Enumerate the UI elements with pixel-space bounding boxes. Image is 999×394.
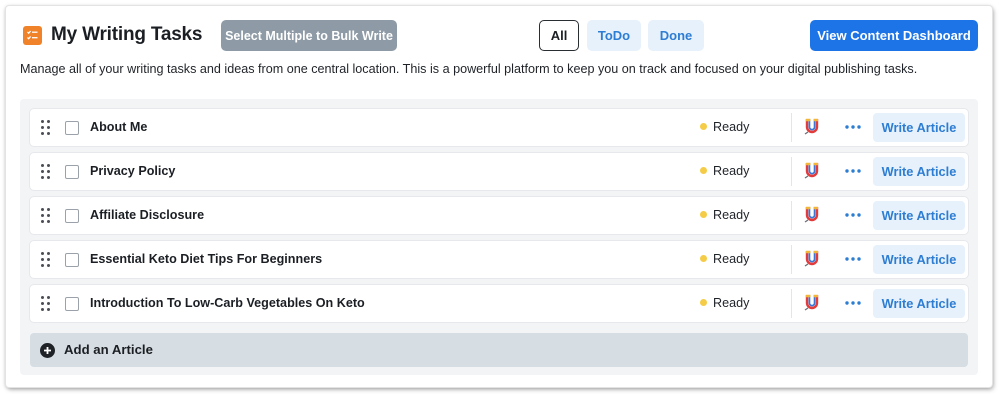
add-article-label: Add an Article: [64, 342, 153, 357]
task-title: Introduction To Low-Carb Vegetables On K…: [90, 296, 365, 310]
task-list: About Me Ready Write Article Privacy Pol…: [30, 109, 968, 329]
status-badge: Ready: [700, 120, 749, 134]
filter-all-button[interactable]: All: [539, 20, 579, 51]
task-row: Privacy Policy Ready Write Article: [30, 153, 968, 190]
task-title: Affiliate Disclosure: [90, 208, 205, 222]
more-options-icon[interactable]: [842, 293, 864, 313]
status-label: Ready: [713, 208, 750, 222]
more-options-icon[interactable]: [842, 161, 864, 181]
task-checkbox[interactable]: [65, 253, 79, 267]
write-article-button[interactable]: Write Article: [873, 201, 965, 230]
filter-done-button[interactable]: Done: [648, 20, 704, 51]
more-options-icon[interactable]: [842, 117, 864, 137]
drag-handle-icon[interactable]: [41, 296, 51, 311]
add-article-button[interactable]: Add an Article: [30, 333, 968, 367]
magnet-icon[interactable]: [802, 160, 822, 182]
task-row: About Me Ready Write Article: [30, 109, 968, 146]
status-dot: [700, 211, 707, 218]
status-badge: Ready: [700, 296, 749, 310]
magnet-icon[interactable]: [802, 204, 822, 226]
checklist-icon: [23, 26, 42, 45]
task-row: Essential Keto Diet Tips For Beginners R…: [30, 241, 968, 278]
status-badge: Ready: [700, 252, 749, 266]
status-dot: [700, 123, 707, 130]
divider: [791, 113, 792, 142]
status-label: Ready: [713, 252, 750, 266]
divider: [791, 245, 792, 274]
task-title: Essential Keto Diet Tips For Beginners: [90, 252, 323, 266]
task-list-panel: About Me Ready Write Article Privacy Pol…: [20, 99, 978, 375]
task-checkbox[interactable]: [65, 297, 79, 311]
status-badge: Ready: [700, 208, 749, 222]
write-article-button[interactable]: Write Article: [873, 245, 965, 274]
status-dot: [700, 167, 707, 174]
status-label: Ready: [713, 120, 750, 134]
header: My Writing Tasks Select Multiple to Bulk…: [20, 20, 978, 52]
write-article-button[interactable]: Write Article: [873, 113, 965, 142]
plus-circle-icon: [40, 343, 55, 358]
task-title: Privacy Policy: [90, 164, 176, 178]
drag-handle-icon[interactable]: [41, 252, 51, 267]
task-checkbox[interactable]: [65, 165, 79, 179]
status-dot: [700, 299, 707, 306]
magnet-icon[interactable]: [802, 116, 822, 138]
more-options-icon[interactable]: [842, 205, 864, 225]
divider: [791, 201, 792, 230]
filter-todo-button[interactable]: ToDo: [587, 20, 641, 51]
task-checkbox[interactable]: [65, 209, 79, 223]
more-options-icon[interactable]: [842, 249, 864, 269]
drag-handle-icon[interactable]: [41, 164, 51, 179]
status-label: Ready: [713, 296, 750, 310]
drag-handle-icon[interactable]: [41, 208, 51, 223]
bulk-write-button[interactable]: Select Multiple to Bulk Write: [221, 20, 397, 51]
page-description: Manage all of your writing tasks and ide…: [20, 62, 918, 76]
status-badge: Ready: [700, 164, 749, 178]
divider: [791, 289, 792, 318]
write-article-button[interactable]: Write Article: [873, 289, 965, 318]
magnet-icon[interactable]: [802, 248, 822, 270]
view-content-dashboard-button[interactable]: View Content Dashboard: [810, 20, 978, 51]
task-row: Introduction To Low-Carb Vegetables On K…: [30, 285, 968, 322]
page-title: My Writing Tasks: [51, 24, 203, 45]
drag-handle-icon[interactable]: [41, 120, 51, 135]
task-checkbox[interactable]: [65, 121, 79, 135]
divider: [791, 157, 792, 186]
task-row: Affiliate Disclosure Ready Write Article: [30, 197, 968, 234]
status-dot: [700, 255, 707, 262]
task-title: About Me: [90, 120, 148, 134]
magnet-icon[interactable]: [802, 292, 822, 314]
write-article-button[interactable]: Write Article: [873, 157, 965, 186]
writing-tasks-card: My Writing Tasks Select Multiple to Bulk…: [6, 6, 992, 387]
status-label: Ready: [713, 164, 750, 178]
